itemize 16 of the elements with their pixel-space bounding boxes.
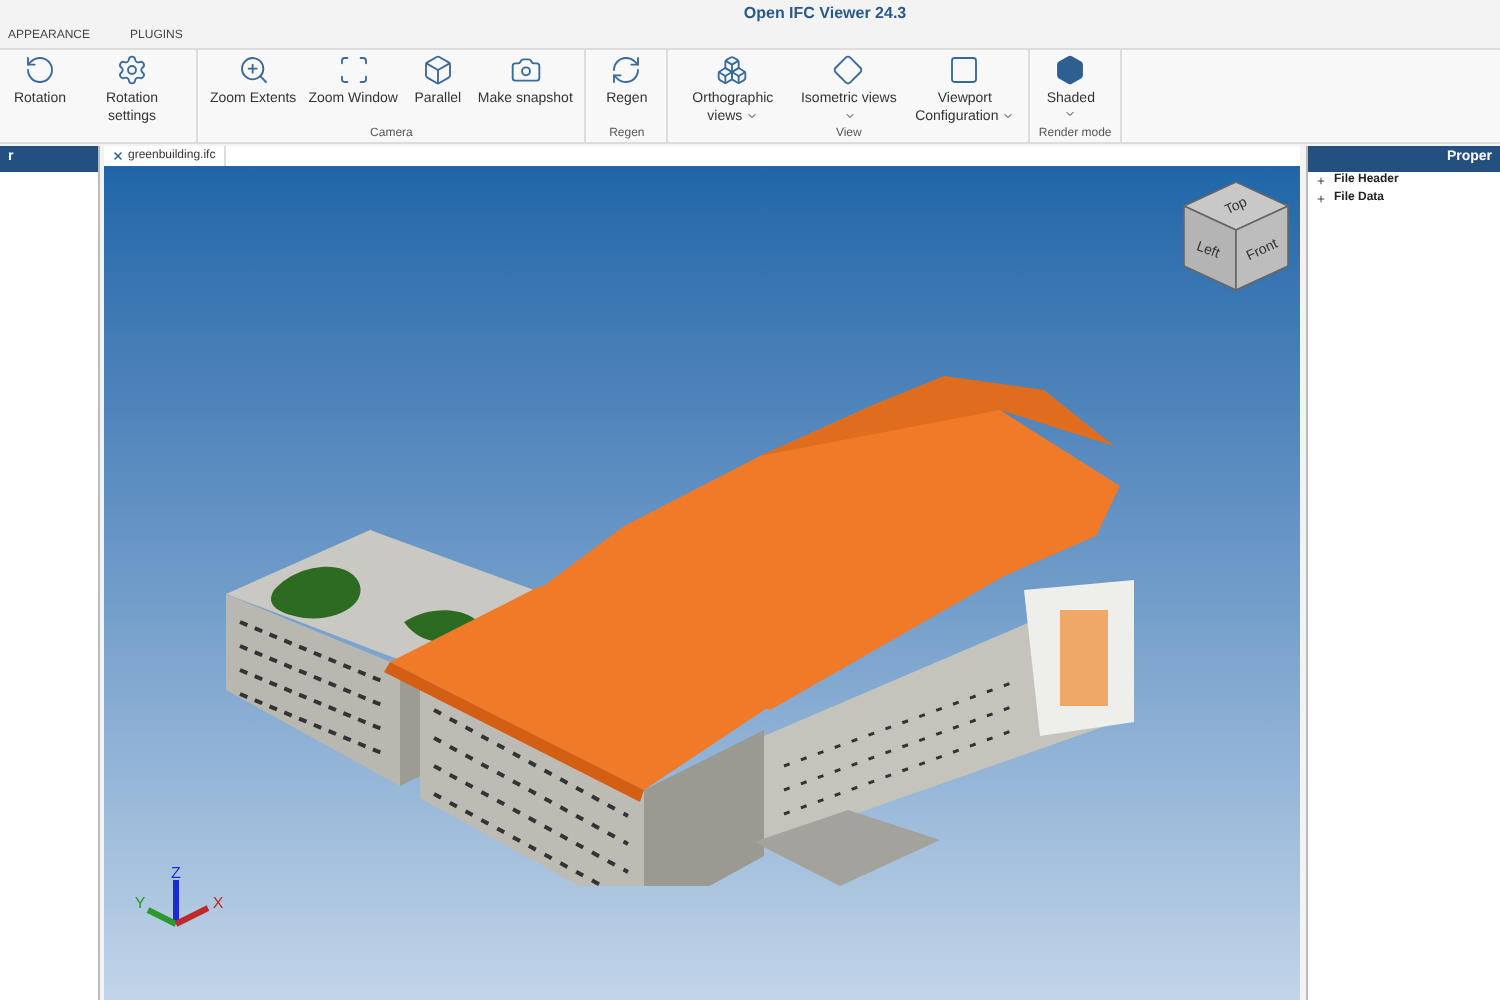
expand-icon[interactable]: [1316, 194, 1326, 204]
hexagon-icon: [1054, 54, 1087, 86]
zoom-icon: [237, 54, 270, 86]
refresh-icon: [610, 54, 643, 86]
expand-icon[interactable]: [1316, 176, 1326, 186]
diamond-icon: [832, 54, 865, 86]
zoom-window-icon: [337, 54, 370, 86]
window-title: Open IFC Viewer 24.3: [743, 1, 907, 25]
close-icon: [112, 150, 124, 162]
cube-wireframe-icon: [716, 54, 749, 86]
camera-icon: [509, 54, 542, 86]
axis-gizmo: Z Y X: [132, 864, 232, 932]
rotate-icon: [24, 54, 56, 86]
frame-icon: [948, 54, 981, 86]
cube-icon: [421, 54, 454, 86]
gear-icon: [116, 54, 148, 86]
